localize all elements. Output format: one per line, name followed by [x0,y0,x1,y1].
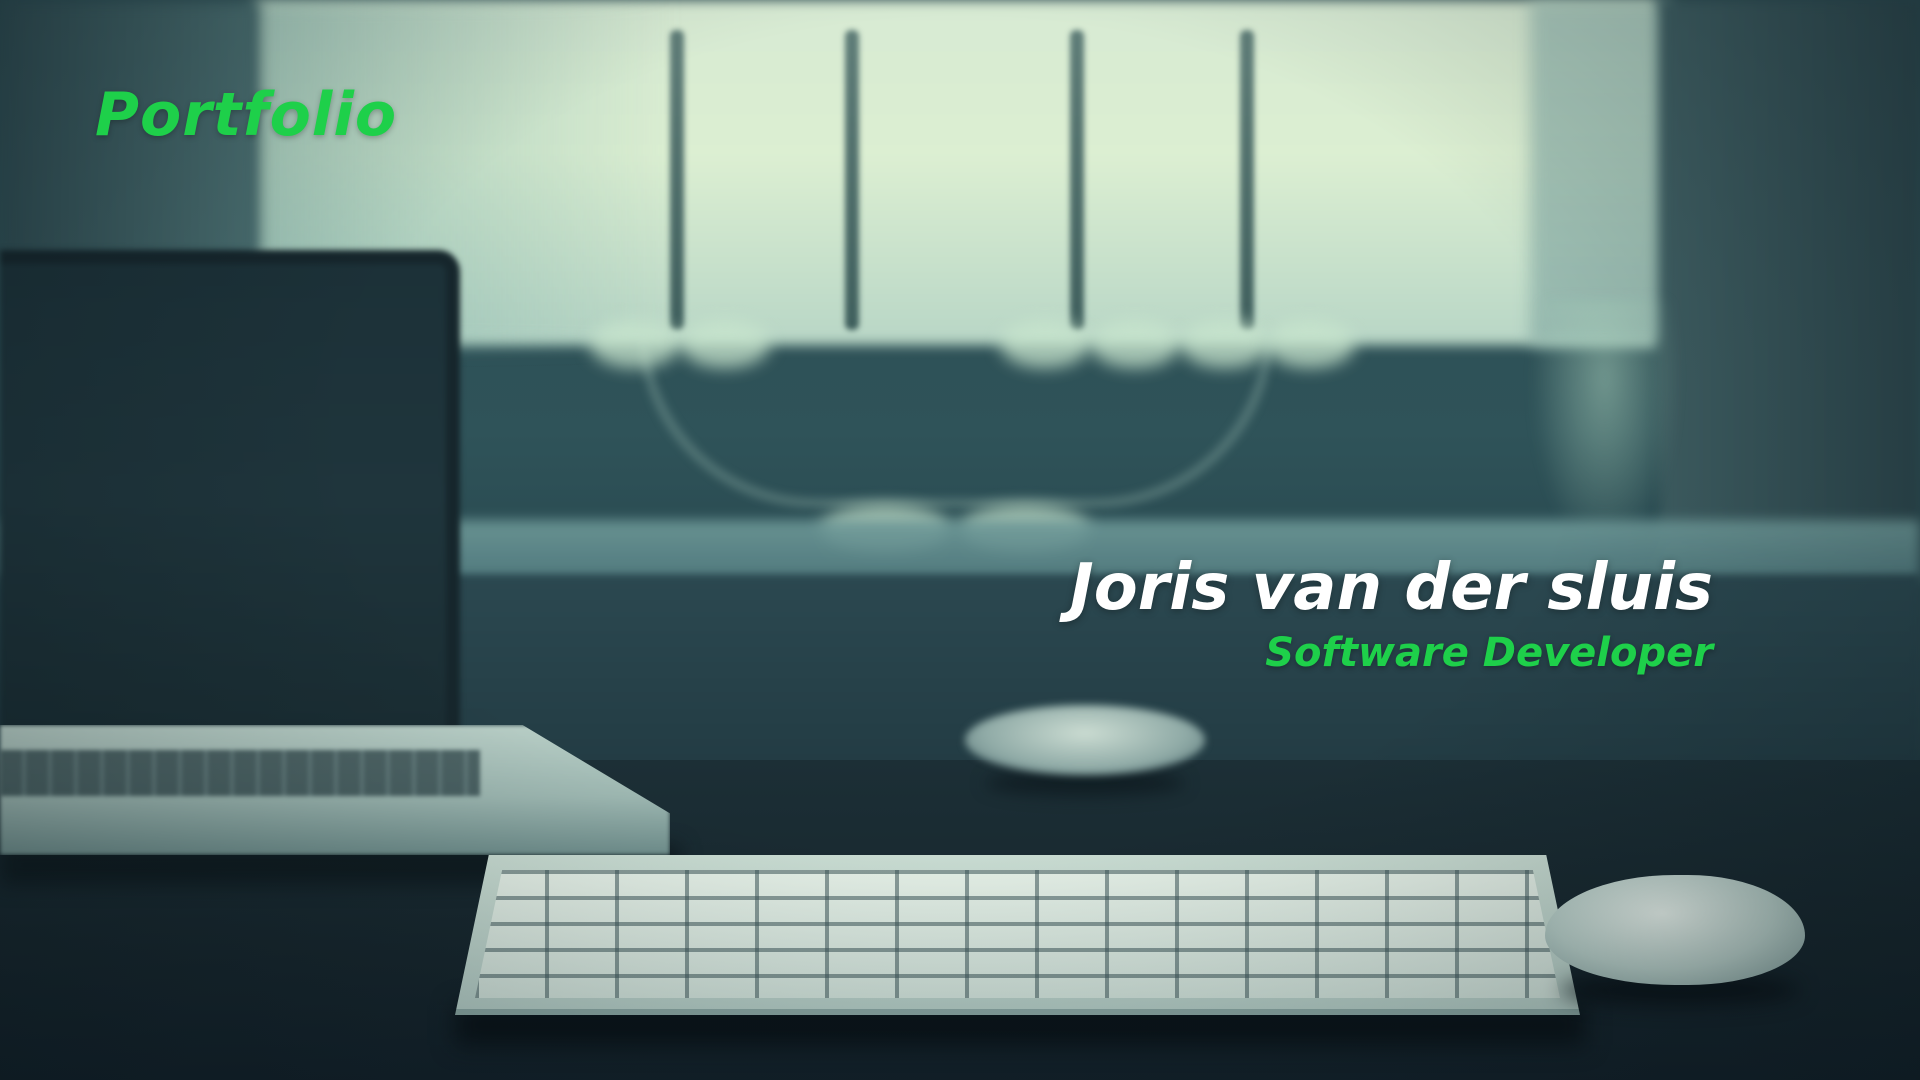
hero-block: Joris van der sluis Software Developer [1070,548,1713,678]
brand-logo-link[interactable]: Portfolio [95,80,397,150]
hero-name: Joris van der sluis [1069,551,1713,625]
portfolio-page: Portfolio Joris van der sluis Software D… [0,0,1920,1080]
background-photo [0,0,1920,1080]
vignette-overlay [0,0,1920,1080]
hero-role: Software Developer [1265,630,1713,676]
